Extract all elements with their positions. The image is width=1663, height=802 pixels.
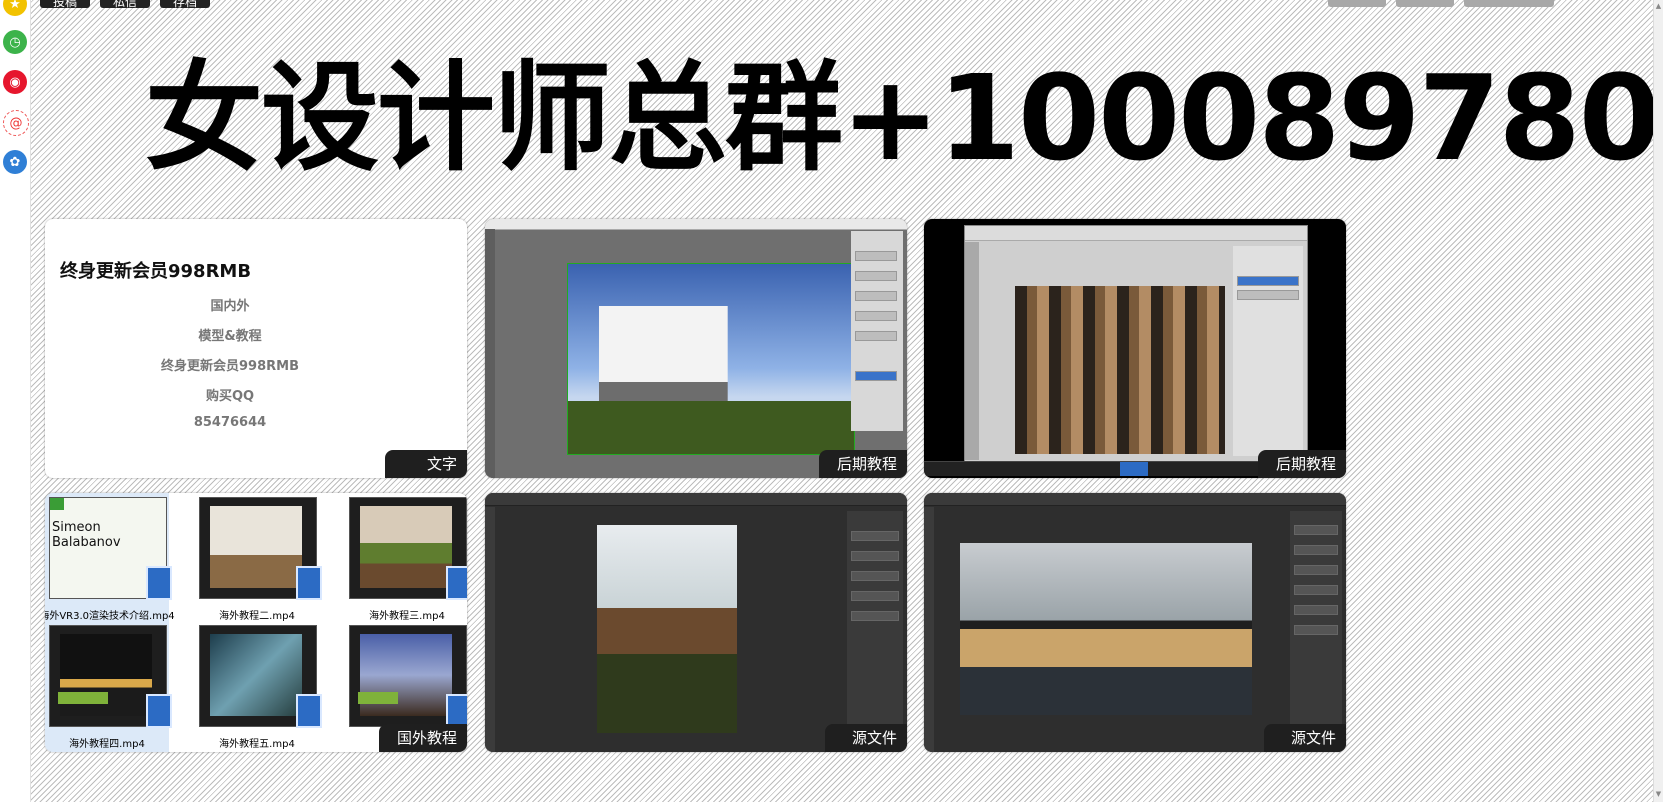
weibo-icon[interactable]: ◉	[3, 70, 27, 94]
top-right-button-1[interactable]	[1328, 0, 1386, 7]
thumb-tag	[58, 692, 108, 704]
email-icon[interactable]: @	[3, 110, 29, 136]
scroll-down-icon[interactable]: ▼	[1655, 790, 1662, 800]
thumb-caption: 海外教程四.mp4	[69, 739, 145, 750]
foreign-tutorial-card[interactable]: Simeon Balabanov 海外VR3.0渲染技术介绍.mp4 海外教程二…	[45, 493, 467, 752]
thumb-tag	[358, 692, 398, 704]
arches-render-image	[1015, 286, 1225, 454]
film-icon	[296, 694, 322, 728]
tool-panel	[485, 229, 495, 478]
pavilion-render-image	[960, 543, 1252, 715]
tool-panel	[924, 507, 934, 752]
thumb-title: Simeon Balabanov	[52, 520, 121, 550]
card-line: 85476644	[193, 415, 267, 430]
card-line: 购买QQ	[205, 389, 255, 404]
share-sidebar: ★ ◷ ◉ @ ✿	[0, 0, 31, 802]
video-thumbnail[interactable]: Simeon Balabanov	[49, 497, 172, 600]
thumb-caption: 海外教程二.mp4	[219, 611, 295, 622]
thumb-caption: 海外VR3.0渲染技术介绍.mp4	[45, 611, 175, 622]
house-render-image	[597, 525, 737, 733]
baidu-icon[interactable]: ✿	[3, 150, 27, 174]
video-thumbnail[interactable]	[199, 625, 322, 728]
app-menubar	[485, 493, 907, 506]
clock-icon[interactable]: ◷	[3, 30, 27, 54]
app-menubar	[485, 219, 907, 230]
logo-icon	[50, 498, 64, 510]
message-button[interactable]: 私信	[100, 0, 150, 9]
submit-button[interactable]: 投稿	[40, 0, 90, 9]
star-icon[interactable]: ★	[3, 0, 27, 16]
banner-title: 女设计师总群+100089780	[145, 49, 1661, 187]
thumb-caption: 海外教程五.mp4	[219, 739, 295, 750]
card-line: 模型&教程	[198, 329, 262, 344]
post-tutorial-card[interactable]: 后期教程	[485, 219, 907, 478]
card-category-label[interactable]: 源文件	[825, 724, 907, 752]
card-line: 国内外	[210, 299, 250, 314]
page-scrollbar[interactable]: ▲ ▼	[1653, 0, 1663, 802]
layers-panel	[1290, 511, 1342, 741]
member-text-card[interactable]: 终身更新会员998RMB 国内外 模型&教程 终身更新会员998RMB 购买QQ…	[45, 219, 467, 478]
house-render-image	[567, 263, 855, 455]
archive-button[interactable]: 存档	[160, 0, 210, 9]
video-thumbnail[interactable]	[349, 625, 467, 728]
video-thumbnail[interactable]	[349, 497, 467, 600]
layers-panel	[847, 511, 903, 741]
card-category-label[interactable]: 文字	[385, 450, 467, 478]
post-tutorial-card[interactable]: 后期教程	[924, 219, 1346, 478]
card-category-label[interactable]: 国外教程	[378, 724, 467, 752]
film-icon	[446, 566, 467, 600]
card-title: 终身更新会员998RMB	[60, 261, 252, 282]
film-icon	[296, 566, 322, 600]
top-right-button-2[interactable]	[1396, 0, 1454, 7]
scroll-up-icon[interactable]: ▲	[1655, 2, 1662, 12]
video-thumbnail[interactable]	[199, 497, 322, 600]
app-menubar	[924, 493, 1346, 506]
video-thumbnail[interactable]	[49, 625, 172, 728]
layers-panel	[851, 231, 903, 431]
card-category-label[interactable]: 源文件	[1264, 724, 1346, 752]
film-icon	[146, 694, 172, 728]
tool-panel	[485, 507, 495, 752]
card-category-label[interactable]: 后期教程	[1257, 450, 1346, 478]
top-right-button-3[interactable]	[1464, 0, 1554, 7]
source-file-card[interactable]: 源文件	[924, 493, 1346, 752]
source-file-card[interactable]: 源文件	[485, 493, 907, 752]
card-category-label[interactable]: 后期教程	[818, 450, 907, 478]
app-window	[964, 225, 1308, 463]
film-icon	[446, 694, 467, 728]
card-line: 终身更新会员998RMB	[161, 359, 299, 374]
pause-icon[interactable]	[1120, 462, 1148, 476]
thumb-caption: 海外教程三.mp4	[369, 611, 445, 622]
film-icon	[146, 566, 172, 600]
